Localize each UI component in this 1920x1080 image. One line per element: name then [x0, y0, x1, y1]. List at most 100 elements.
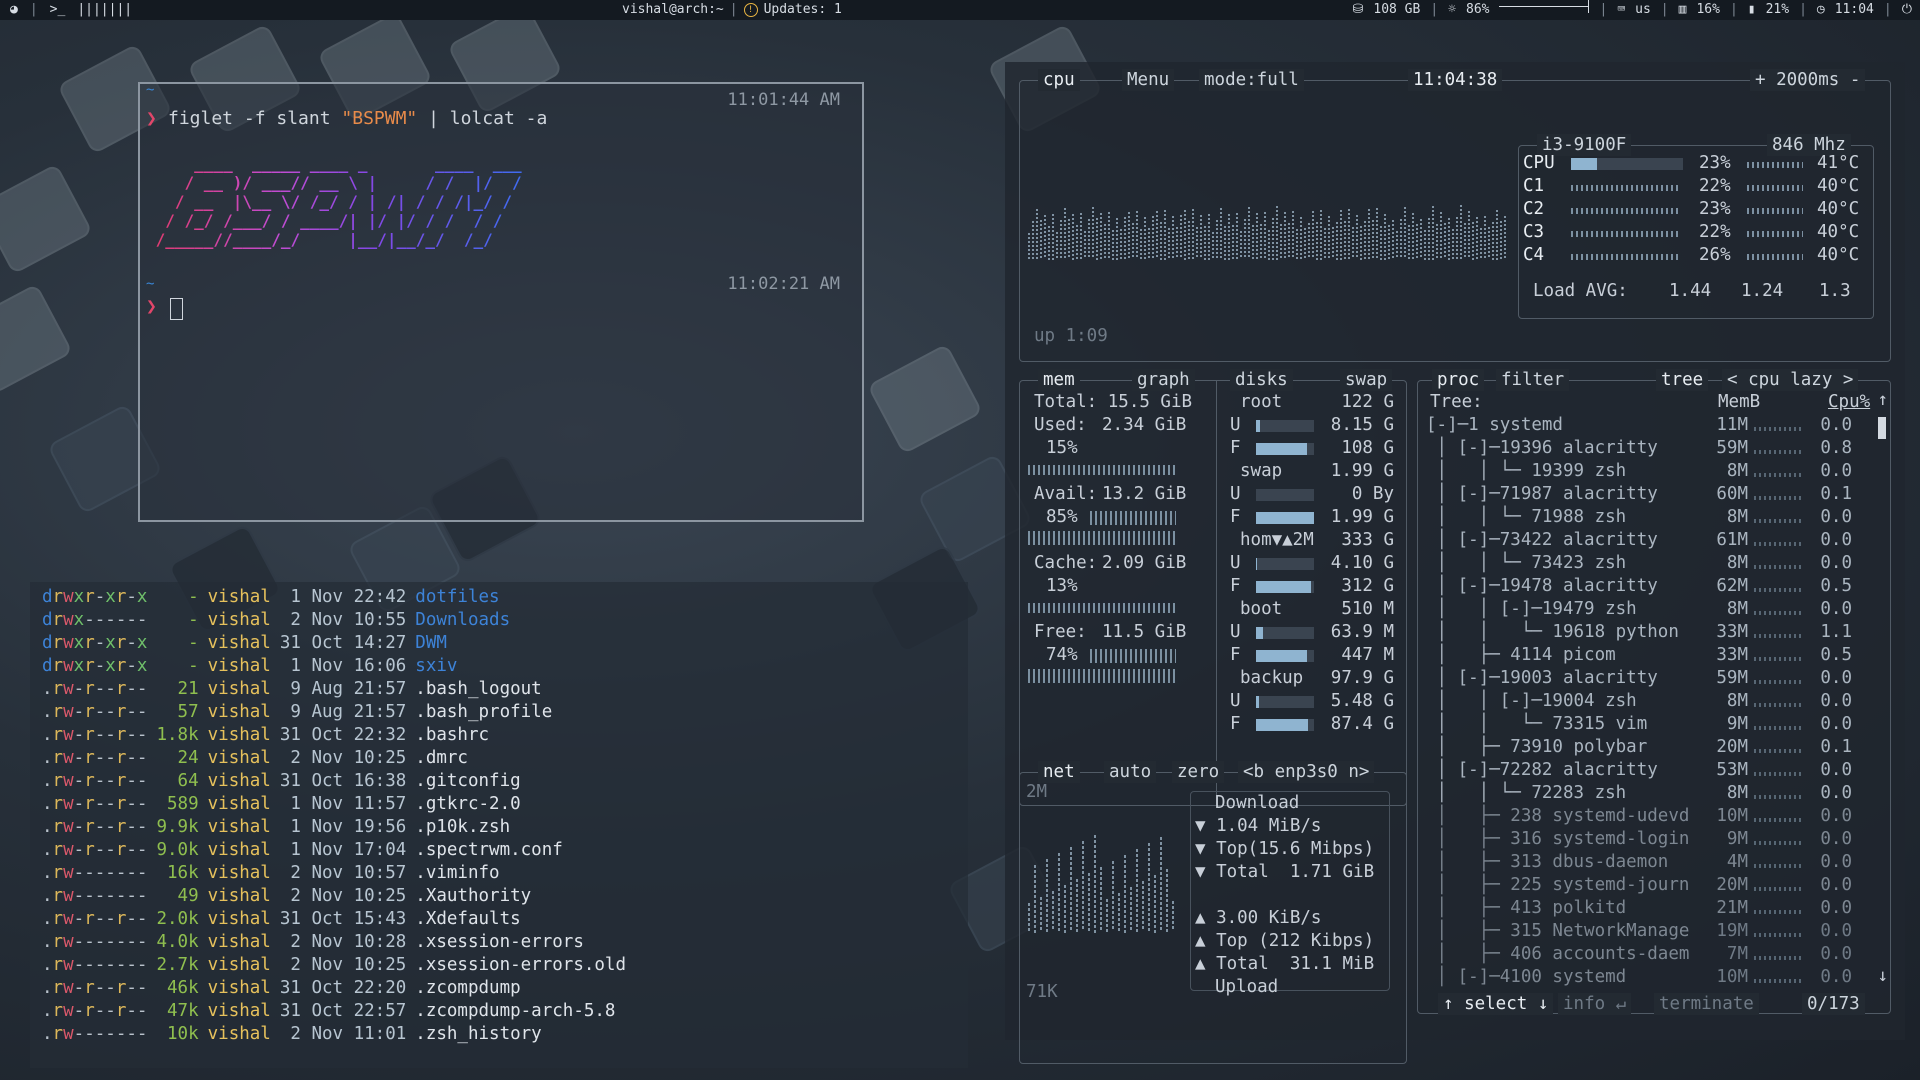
- list-item[interactable]: .rw-r--r-- 1.8k vishal 31 Oct 22:32 .bashrc: [42, 724, 635, 747]
- file-name[interactable]: .zcompdump: [415, 977, 635, 1000]
- process-row[interactable]: │ │ └─ 71988 zsh 8M 0.0: [1418, 506, 1878, 529]
- file-name[interactable]: dotfiles: [415, 586, 635, 609]
- power-icon[interactable]: ⏻: [1902, 0, 1912, 20]
- terminal-window[interactable]: ~ 11:01:44 AM ❯ figlet -f slant "BSPWM" …: [138, 82, 864, 522]
- swap-toggle[interactable]: swap: [1340, 369, 1393, 391]
- process-row[interactable]: │ [-]─19003 alacritty 59M 0.0: [1418, 667, 1878, 690]
- sort-selector[interactable]: < cpu lazy >: [1722, 369, 1859, 391]
- btop-window[interactable]: cpu Menu mode:full 11:04:38 + 2000ms - u…: [1005, 62, 1905, 1064]
- mem-title[interactable]: mem: [1038, 369, 1080, 391]
- process-row[interactable]: │ │ [-]─19479 zsh 8M 0.0: [1418, 598, 1878, 621]
- list-item[interactable]: .rw-r--r-- 589 vishal 1 Nov 11:57 .gtkrc-2.…: [42, 793, 635, 816]
- list-item[interactable]: .rw-r--r-- 64 vishal 31 Oct 16:38 .gitconfig: [42, 770, 635, 793]
- list-item[interactable]: .rw------- 10k vishal 2 Nov 11:01 .zsh_hist…: [42, 1023, 635, 1046]
- process-row[interactable]: │ │ [-]─19004 zsh 8M 0.0: [1418, 690, 1878, 713]
- process-row[interactable]: │ │ └─ 73315 vim 9M 0.0: [1418, 713, 1878, 736]
- process-row[interactable]: │ │ └─ 72283 zsh 8M 0.0: [1418, 782, 1878, 805]
- process-row[interactable]: │ ├─ 225 systemd-journ 20M 0.0: [1418, 874, 1878, 897]
- file-name[interactable]: sxiv: [415, 655, 635, 678]
- terminate-button[interactable]: terminate: [1654, 993, 1759, 1015]
- menu-button[interactable]: Menu: [1122, 69, 1175, 91]
- file-name[interactable]: .gitconfig: [415, 770, 635, 793]
- file-name[interactable]: .zsh_history: [415, 1023, 635, 1046]
- list-item[interactable]: .rw------- 2.7k vishal 2 Nov 10:25 .xsessio…: [42, 954, 635, 977]
- list-item[interactable]: .rw-r--r-- 21 vishal 9 Aug 21:57 .bash_logo…: [42, 678, 635, 701]
- list-item[interactable]: .rw-r--r-- 46k vishal 31 Oct 22:20 .zcompdum…: [42, 977, 635, 1000]
- graph-toggle[interactable]: graph: [1132, 369, 1195, 391]
- file-listing[interactable]: drwxr-xr-x - vishal 1 Nov 22:42 dotfiles drw…: [30, 582, 968, 1068]
- file-name[interactable]: .dmrc: [415, 747, 635, 770]
- process-row[interactable]: │ ├─ 406 accounts-daem 7M 0.0: [1418, 943, 1878, 966]
- list-item[interactable]: drwxr-xr-x - vishal 31 Oct 14:27 DWM: [42, 632, 635, 655]
- file-name[interactable]: .Xdefaults: [415, 908, 635, 931]
- file-name[interactable]: .bash_profile: [415, 701, 635, 724]
- arch-logo-icon[interactable]: ◕: [10, 0, 18, 20]
- list-item[interactable]: .rw-r--r-- 9.9k vishal 1 Nov 19:56 .p10k.zs…: [42, 816, 635, 839]
- net-auto-toggle[interactable]: auto: [1104, 761, 1157, 783]
- list-item[interactable]: .rw-r--r-- 24 vishal 2 Nov 10:25 .dmrc: [42, 747, 635, 770]
- file-name[interactable]: .spectrwm.conf: [415, 839, 635, 862]
- process-row[interactable]: │ ├─ 238 systemd-udevd 10M 0.0: [1418, 805, 1878, 828]
- terminal-icon[interactable]: >_: [50, 0, 66, 20]
- scroll-down-icon[interactable]: ↓: [1877, 965, 1888, 988]
- update-rate[interactable]: + 2000ms -: [1750, 69, 1866, 91]
- list-item[interactable]: drwx------ - vishal 2 Nov 10:55 Downloads: [42, 609, 635, 632]
- list-item[interactable]: .rw------- 49 vishal 2 Nov 10:25 .Xauthorit…: [42, 885, 635, 908]
- info-button[interactable]: info ↵: [1558, 993, 1632, 1015]
- file-name[interactable]: .gtkrc-2.0: [415, 793, 635, 816]
- col-mem-header[interactable]: MemB: [1718, 391, 1760, 414]
- list-item[interactable]: .rw-r--r-- 2.0k vishal 31 Oct 15:43 .Xdefaul…: [42, 908, 635, 931]
- file-name[interactable]: .Xauthority: [415, 885, 635, 908]
- file-name[interactable]: .bash_logout: [415, 678, 635, 701]
- list-item[interactable]: .rw------- 16k vishal 2 Nov 10:57 .viminfo: [42, 862, 635, 885]
- process-row[interactable]: │ │ └─ 73423 zsh 8M 0.0: [1418, 552, 1878, 575]
- file-name[interactable]: .xsession-errors.old: [415, 954, 635, 977]
- filter-button[interactable]: filter: [1496, 369, 1570, 391]
- file-name[interactable]: .viminfo: [415, 862, 635, 885]
- process-row[interactable]: │ ├─ 315 NetworkManage 19M 0.0: [1418, 920, 1878, 943]
- keyboard-layout[interactable]: us: [1635, 0, 1651, 20]
- tree-toggle[interactable]: tree: [1656, 369, 1709, 391]
- file-name[interactable]: Downloads: [415, 609, 635, 632]
- process-row[interactable]: │ │ └─ 19618 python 33M 1.1: [1418, 621, 1878, 644]
- process-row[interactable]: │ [-]─4100 systemd 10M 0.0: [1418, 966, 1878, 989]
- list-item[interactable]: drwxr-xr-x - vishal 1 Nov 16:06 sxiv: [42, 655, 635, 678]
- file-name[interactable]: .xsession-errors: [415, 931, 635, 954]
- process-cpu: 0.0: [1820, 415, 1852, 435]
- list-item[interactable]: .rw-r--r-- 57 vishal 9 Aug 21:57 .bash_prof…: [42, 701, 635, 724]
- select-button[interactable]: ↑ select ↓: [1438, 993, 1554, 1015]
- process-row[interactable]: │ [-]─71987 alacritty 60M 0.1: [1418, 483, 1878, 506]
- process-row[interactable]: │ [-]─19478 alacritty 62M 0.5: [1418, 575, 1878, 598]
- process-row[interactable]: │ ├─ 413 polkitd 21M 0.0: [1418, 897, 1878, 920]
- volume-slider[interactable]: [1499, 0, 1590, 13]
- workspace-indicator[interactable]: |||||||: [77, 0, 132, 20]
- process-row[interactable]: │ [-]─73422 alacritty 61M 0.0: [1418, 529, 1878, 552]
- net-interface[interactable]: <b enp3s0 n>: [1238, 761, 1375, 783]
- col-cpu-header[interactable]: Cpu%: [1828, 391, 1870, 414]
- list-item[interactable]: .rw------- 4.0k vishal 2 Nov 10:28 .xsessio…: [42, 931, 635, 954]
- file-name[interactable]: .zcompdump-arch-5.8: [415, 1000, 635, 1023]
- list-item[interactable]: .rw-r--r-- 9.0k vishal 1 Nov 17:04 .spectrw…: [42, 839, 635, 862]
- cpu-title[interactable]: cpu: [1038, 69, 1080, 91]
- list-item[interactable]: drwxr-xr-x - vishal 1 Nov 22:42 dotfiles: [42, 586, 635, 609]
- disks-title[interactable]: disks: [1230, 369, 1293, 391]
- process-row[interactable]: │ ├─ 4114 picom 33M 0.5: [1418, 644, 1878, 667]
- file-name[interactable]: .p10k.zsh: [415, 816, 635, 839]
- process-row[interactable]: │ [-]─19396 alacritty 59M 0.8: [1418, 437, 1878, 460]
- proc-scrollbar[interactable]: [1878, 417, 1886, 439]
- process-row[interactable]: │ ├─ 73910 polybar 20M 0.1: [1418, 736, 1878, 759]
- process-row[interactable]: │ [-]─72282 alacritty 53M 0.0: [1418, 759, 1878, 782]
- scroll-up-icon[interactable]: ↑: [1877, 389, 1888, 412]
- updates-count[interactable]: Updates: 1: [764, 0, 842, 20]
- process-row[interactable]: │ ├─ 316 systemd-login 9M 0.0: [1418, 828, 1878, 851]
- file-name[interactable]: .bashrc: [415, 724, 635, 747]
- net-title[interactable]: net: [1038, 761, 1080, 783]
- process-row[interactable]: │ │ └─ 19399 zsh 8M 0.0: [1418, 460, 1878, 483]
- proc-title[interactable]: proc: [1432, 369, 1485, 391]
- list-item[interactable]: .rw-r--r-- 47k vishal 31 Oct 22:57 .zcompdum…: [42, 1000, 635, 1023]
- process-row[interactable]: │ ├─ 313 dbus-daemon 4M 0.0: [1418, 851, 1878, 874]
- process-row[interactable]: [-]─1 systemd 11M 0.0: [1418, 414, 1878, 437]
- net-zero-toggle[interactable]: zero: [1172, 761, 1225, 783]
- file-name[interactable]: DWM: [415, 632, 635, 655]
- mode-button[interactable]: mode:full: [1199, 69, 1304, 91]
